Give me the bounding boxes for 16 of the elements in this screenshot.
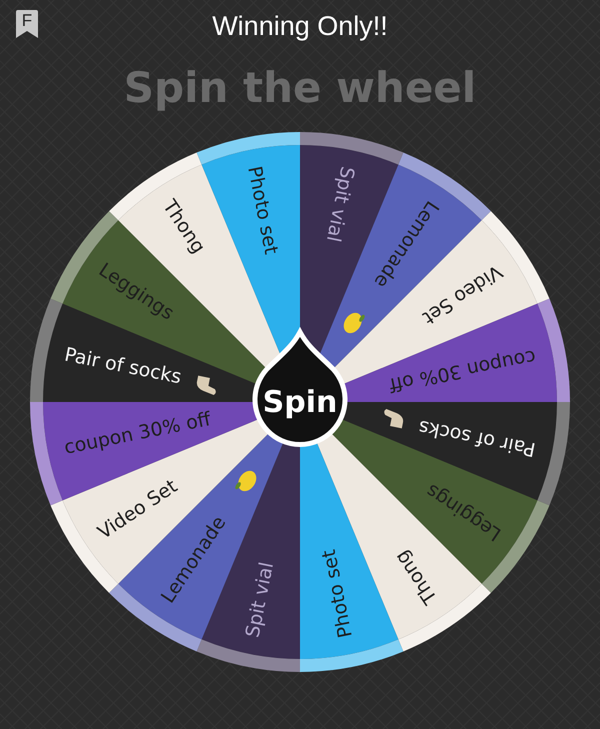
segment-label: Spit vial [242, 560, 278, 640]
page-title: Winning Only!! [212, 10, 388, 42]
bookmark-badge[interactable]: F [16, 10, 38, 38]
segment-label: Spit vial [322, 164, 358, 244]
segment-label: Pair of socks [62, 344, 184, 388]
segment-label: Photo set [243, 164, 282, 256]
sock-icon [196, 376, 216, 396]
segment-label: coupon 30% off [62, 408, 213, 459]
segment-label: Pair of socks [416, 416, 538, 460]
segment-label: coupon 30% off [387, 345, 538, 396]
spin-button[interactable]: Spin [252, 330, 348, 448]
sock-icon [384, 408, 404, 428]
segment-label: Photo set [318, 548, 357, 640]
lemon-icon [235, 470, 256, 492]
lemon-icon [344, 312, 365, 334]
heading: Spin the wheel [124, 62, 476, 114]
